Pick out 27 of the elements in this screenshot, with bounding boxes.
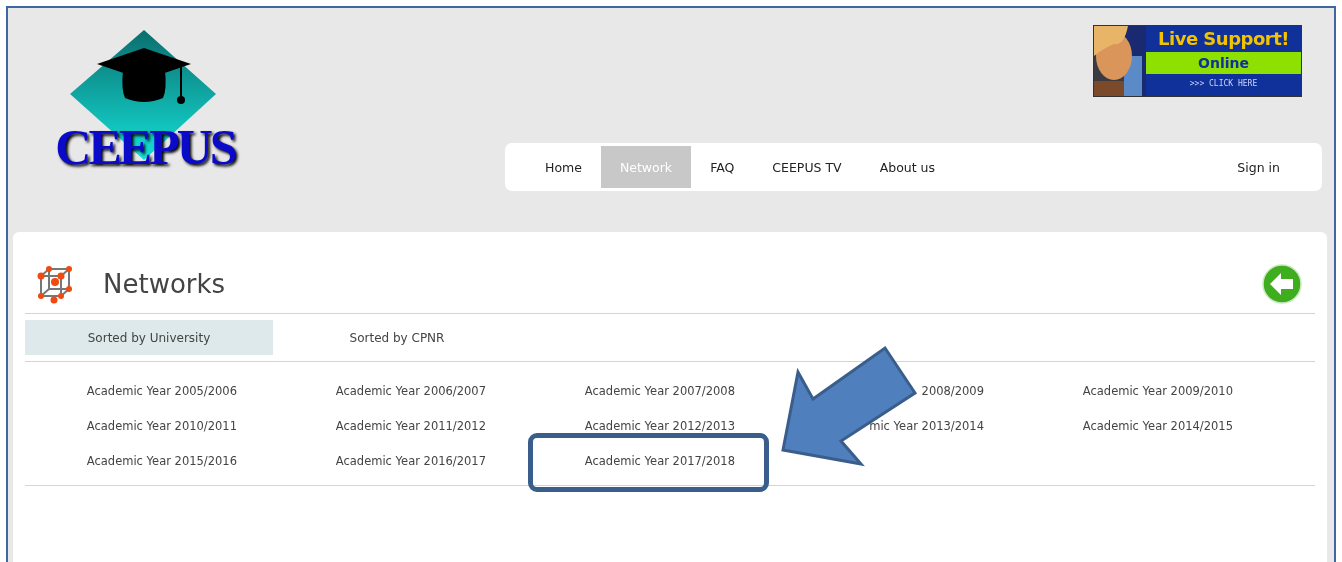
year-link[interactable]: Academic Year 2005/2006 [86, 383, 237, 398]
nav-link[interactable]: CEEPUS TV [753, 146, 861, 188]
year-link[interactable]: Academic Year 2009/2010 [1082, 383, 1233, 398]
tab[interactable]: Sorted by University [25, 320, 273, 355]
click-here-text: >>> CLICK HERE [1188, 78, 1259, 90]
year-link[interactable]: 2008/2009 [921, 383, 984, 398]
live-support-banner[interactable]: Live Support! Online >>> CLICK HERE [1093, 25, 1302, 97]
page-title: Networks [103, 269, 227, 299]
year-link[interactable]: Academic Year 2007/2008 [584, 383, 735, 398]
nav-link[interactable]: Home [526, 146, 601, 188]
year-link[interactable]: Academic Year 2015/2016 [86, 453, 237, 468]
online-status: Online [1146, 52, 1301, 74]
year-link[interactable]: Academic Year 2011/2012 [335, 418, 486, 433]
year-link[interactable]: Academic Year 2010/2011 [86, 418, 237, 433]
year-link[interactable]: Academic Year 2014/2015 [1082, 418, 1233, 433]
nav-link[interactable]: FAQ [691, 146, 754, 188]
year-link[interactable]: Academic Year 2006/2007 [335, 383, 486, 398]
nav-link[interactable]: About us [860, 146, 955, 188]
molecule-cube-icon [35, 264, 75, 304]
year-link[interactable]: Academic Year 2016/2017 [335, 453, 486, 468]
sign-in-link[interactable]: Sign in [1237, 146, 1322, 188]
year-link[interactable]: Academic Year 2012/2013 [584, 418, 735, 433]
live-support-title: Live Support! [1157, 27, 1290, 51]
year-link[interactable]: Academic Year 2017/2018 [584, 453, 735, 468]
back-icon[interactable] [1262, 264, 1302, 304]
tab[interactable]: Sorted by CPNR [273, 320, 521, 355]
year-link[interactable]: mic Year 2013/2014 [869, 418, 984, 433]
